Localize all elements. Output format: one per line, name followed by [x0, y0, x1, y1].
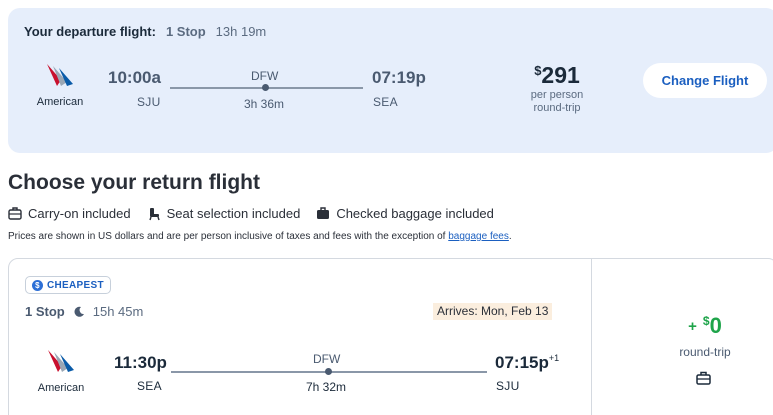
departure-price: $291 per person round-trip	[527, 62, 587, 115]
amenities-list: Carry-on included Seat selection include…	[8, 206, 494, 221]
departure-arrive-code: SEA	[373, 95, 398, 109]
return-price-rt: round-trip	[679, 345, 731, 359]
american-airlines-logo-icon	[47, 64, 73, 86]
arrives-badge: Arrives: Mon, Feb 13	[433, 303, 553, 320]
disclaimer-text: Prices are shown in US dollars and are p…	[8, 231, 446, 242]
return-depart-code: SEA	[137, 379, 162, 393]
return-arrive-time-value: 07:15p	[495, 353, 549, 372]
departure-price-per: per person	[530, 89, 584, 101]
return-arrive-code: SJU	[496, 379, 520, 393]
amenity-seat: Seat selection included	[147, 206, 301, 221]
return-flight-card[interactable]	[8, 258, 773, 415]
return-leg-duration: 7h 32m	[306, 380, 347, 394]
departure-airline-name: American	[36, 96, 84, 108]
return-stop-code: DFW	[313, 352, 341, 366]
departure-stop-dot	[262, 84, 269, 91]
departure-arrive-time: 07:19p	[372, 68, 426, 87]
return-price-sign: +	[688, 318, 697, 335]
amenity-carry-on-label: Carry-on included	[28, 206, 131, 221]
return-arrive-time: 07:15p+1	[495, 353, 559, 373]
return-section-title: Choose your return flight	[8, 171, 260, 194]
seat-icon	[148, 207, 160, 220]
amenity-seat-label: Seat selection included	[166, 206, 301, 221]
dollar-coin-icon: $	[32, 279, 43, 291]
change-flight-button[interactable]: Change Flight	[643, 63, 767, 98]
return-airline: American	[31, 348, 91, 394]
amenity-checked-bag-label: Checked baggage included	[336, 206, 494, 221]
carry-on-bag-icon	[8, 207, 22, 220]
checked-bag-icon	[696, 371, 711, 385]
cheapest-badge-label: CHEAPEST	[47, 279, 104, 291]
departure-stop-code: DFW	[251, 69, 279, 83]
return-airline-name: American	[37, 382, 85, 394]
return-stops: 1 Stop	[25, 304, 65, 319]
departure-depart-time: 10:00a	[108, 68, 161, 87]
cheapest-badge: $ CHEAPEST	[25, 276, 111, 294]
amenity-checked-bag: Checked baggage included	[316, 206, 494, 221]
disclaimer-end: .	[508, 231, 512, 242]
return-meta: 1 Stop 15h 45m	[25, 304, 143, 319]
departure-airline: American	[30, 62, 90, 108]
return-arrive-day-offset: +1	[548, 353, 560, 363]
departure-header: Your departure flight: 1 Stop 13h 19m	[24, 24, 266, 39]
price-disclaimer: Prices are shown in US dollars and are p…	[8, 231, 512, 242]
departure-leg-duration: 3h 36m	[244, 97, 285, 111]
departure-price-rt: round-trip	[533, 102, 581, 114]
departure-price-value: 291	[541, 62, 580, 88]
baggage-fees-link[interactable]: baggage fees	[448, 231, 509, 242]
return-price-currency: $	[702, 314, 710, 328]
departure-duration: 13h 19m	[215, 24, 267, 39]
checked-bag-icon	[317, 207, 330, 219]
return-stop-dot	[325, 368, 332, 375]
american-airlines-logo-icon	[48, 350, 74, 372]
return-price: + $0 round-trip	[665, 313, 745, 359]
amenity-carry-on: Carry-on included	[8, 206, 131, 221]
return-price-value: 0	[709, 313, 722, 338]
return-depart-time: 11:30p	[114, 353, 167, 372]
moon-icon	[74, 306, 84, 317]
return-duration: 15h 45m	[92, 304, 144, 319]
departure-stops: 1 Stop	[165, 24, 206, 39]
departure-label: Your departure flight:	[24, 24, 156, 39]
return-card-divider	[591, 259, 592, 415]
departure-depart-code: SJU	[137, 95, 161, 109]
